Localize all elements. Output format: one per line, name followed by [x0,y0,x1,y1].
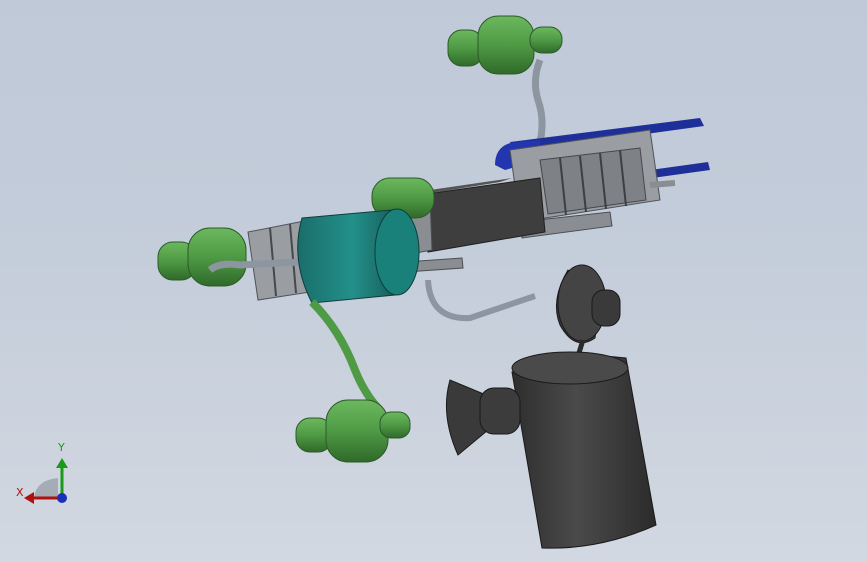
axis-triad [24,458,68,504]
cone-speaker-top[interactable] [555,264,621,357]
model-scene[interactable] [0,0,867,562]
green-hose[interactable] [309,299,383,413]
triad-x-label: X [16,486,24,499]
teal-cylinder[interactable] [297,208,420,304]
triad-y-label: Y [58,441,65,454]
dark-cylinder[interactable] [511,351,657,549]
gray-tube[interactable] [425,279,536,322]
green-nozzle-top[interactable] [447,15,563,143]
cone-speaker-side[interactable] [445,379,521,456]
cad-viewport[interactable]: Y X [0,0,867,562]
green-nozzle-bottom[interactable] [295,399,411,463]
